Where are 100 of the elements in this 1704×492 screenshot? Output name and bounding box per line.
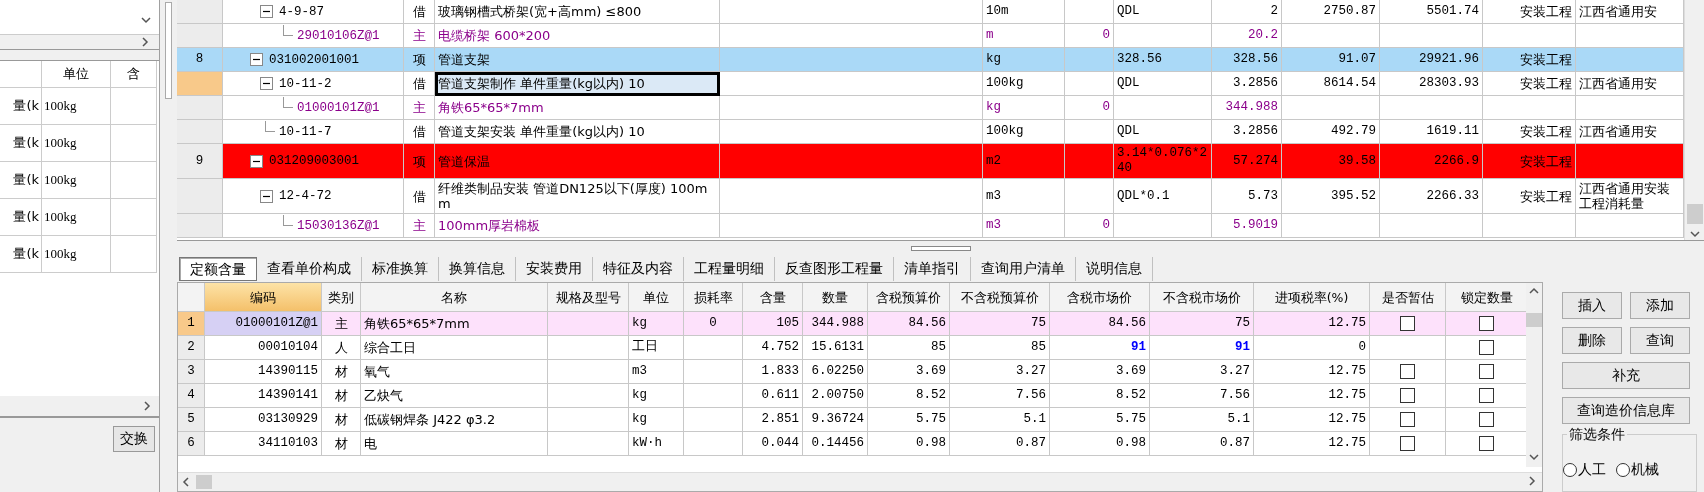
scroll-thumb[interactable]	[1686, 204, 1703, 225]
table-row[interactable]: 1 01000101Z@1 主 角铁65*65*7mm kg 0 105 344.988 84.56 75 84.56 75 12.75	[178, 312, 1526, 336]
row-header[interactable]: 3	[178, 360, 205, 384]
tab[interactable]: 换算信息	[439, 257, 516, 281]
scroll-right-icon[interactable]	[143, 401, 153, 411]
column-header[interactable]: 损耗率	[684, 283, 743, 312]
collapse-icon[interactable]	[259, 189, 273, 203]
scroll-right-icon[interactable]	[141, 37, 151, 47]
column-header[interactable]: 不含税市场价	[1150, 283, 1254, 312]
column-header[interactable]: 类别	[322, 283, 361, 312]
table-cell: 安装工程	[1483, 48, 1576, 72]
table-cell: 量(k	[0, 88, 42, 125]
scroll-down-icon[interactable]	[141, 16, 151, 26]
row-header[interactable]: 5	[178, 408, 205, 432]
tab[interactable]: 定额含量	[179, 257, 257, 281]
row-header[interactable]: 1	[178, 312, 205, 336]
table-cell: 91.07	[1282, 48, 1380, 72]
tab[interactable]: 工程量明细	[684, 257, 775, 281]
table-row[interactable]: 10-11-2 借 管道支架制作 单件重量(kg以内) 10 100kg QDL 3.2856 8614.54 28303.93 安装工程 江西省通用安	[177, 72, 1684, 96]
collapse-icon[interactable]	[249, 53, 263, 66]
splitter-handle[interactable]	[910, 245, 971, 251]
checkbox[interactable]	[1479, 436, 1494, 451]
column-header[interactable]: 含量	[743, 283, 803, 312]
scroll-down-icon[interactable]	[1529, 453, 1539, 463]
action-button[interactable]: 查询造价信息库	[1562, 397, 1690, 424]
column-header[interactable]: 编码	[205, 283, 322, 312]
table-cell: kg	[629, 312, 684, 336]
table-cell: 91	[1150, 336, 1254, 360]
tab[interactable]: 标准换算	[362, 257, 439, 281]
table-cell: 75	[950, 312, 1050, 336]
tab[interactable]: 清单指引	[894, 257, 971, 281]
collapse-icon[interactable]	[259, 5, 273, 18]
scrollbar[interactable]	[0, 35, 159, 50]
scroll-left-icon[interactable]	[182, 477, 192, 487]
row-header[interactable]: 4	[178, 384, 205, 408]
table-row[interactable]: 8 031002001001 项 管道支架 kg 328.56 328.56 91.07 29921.96 安装工程	[177, 48, 1684, 72]
column-header[interactable]: 含税市场价	[1050, 283, 1150, 312]
table-row[interactable]: 2 00010104 人 综合工日 工日 4.752 15.6131 85 85 91 91 0	[178, 336, 1526, 360]
row-header[interactable]: 6	[178, 432, 205, 456]
checkbox[interactable]	[1400, 388, 1415, 403]
table-row[interactable]: 9 031209003001 项 管道保温 m2 3.14*0.076*240 57.274 39.58 2266.9 安装工程	[177, 144, 1684, 179]
tab[interactable]: 查询用户清单	[971, 257, 1076, 281]
collapse-icon[interactable]	[249, 154, 263, 168]
column-header[interactable]: 进项税率(%)	[1254, 283, 1370, 312]
checkbox[interactable]	[1400, 436, 1415, 451]
table-cell: 量(k	[0, 125, 42, 162]
collapse-icon[interactable]	[259, 77, 273, 90]
action-button[interactable]: 补充	[1562, 362, 1690, 389]
radio-icon[interactable]	[1563, 463, 1577, 477]
column-header[interactable]: 含	[111, 61, 157, 88]
action-button[interactable]: 删除	[1562, 327, 1622, 354]
action-button[interactable]: 添加	[1630, 292, 1690, 319]
checkbox[interactable]	[1479, 364, 1494, 379]
radio-icon[interactable]	[1616, 463, 1630, 477]
table-row[interactable]: 5 03130929 材 低碳钢焊条 J422 φ3.2 kg 2.851 9.36724 5.75 5.1 5.75 5.1 12.75	[178, 408, 1526, 432]
table-row[interactable]: 3 14390115 材 氧气 m3 1.833 6.02250 3.69 3.27 3.69 3.27 12.75	[178, 360, 1526, 384]
scroll-thumb[interactable]	[1526, 313, 1542, 327]
column-header[interactable]: 规格及型号	[548, 283, 629, 312]
tab[interactable]: 反查图形工程量	[775, 257, 894, 281]
scrollbar[interactable]	[0, 396, 159, 417]
column-header[interactable]: 名称	[361, 283, 548, 312]
checkbox[interactable]	[1479, 316, 1494, 331]
column-header[interactable]: 含税预算价	[868, 283, 950, 312]
row-header[interactable]: 2	[178, 336, 205, 360]
row-header[interactable]: 8	[177, 48, 223, 72]
table-cell: 3.69	[1050, 360, 1150, 384]
tab[interactable]: 特征及内容	[593, 257, 684, 281]
table-row[interactable]: 01000101Z@1 主 角铁65*65*7mm kg 0 344.988	[177, 96, 1684, 120]
tab[interactable]: 查看单价构成	[257, 257, 362, 281]
column-header[interactable]: 数量	[803, 283, 868, 312]
swap-button[interactable]: 交换	[113, 426, 155, 452]
radio-option[interactable]: 人工	[1563, 461, 1606, 479]
tab[interactable]: 说明信息	[1076, 257, 1153, 281]
checkbox[interactable]	[1400, 412, 1415, 427]
table-row[interactable]: 15030136Z@1 主 100mm厚岩棉板 m3 0 5.9019	[177, 214, 1684, 238]
scroll-thumb[interactable]	[196, 475, 212, 489]
table-row[interactable]: 6 34110103 材 电 kW·h 0.044 0.14456 0.98 0.87 0.98 0.87 12.75	[178, 432, 1526, 456]
table-row[interactable]: 4-9-87 借 玻璃钢槽式桥架(宽+高mm) ≤800 10m QDL 2 2750.87 5501.74 安装工程 江西省通用安	[177, 0, 1684, 24]
checkbox[interactable]	[1479, 340, 1494, 355]
table-cell: 玻璃钢槽式桥架(宽+高mm) ≤800	[435, 0, 720, 24]
scrollbar[interactable]	[1526, 283, 1542, 467]
table-cell: 量(k	[0, 199, 42, 236]
action-button[interactable]: 插入	[1562, 292, 1622, 319]
checkbox[interactable]	[1400, 316, 1415, 331]
column-header[interactable]: 锁定数量	[1446, 283, 1526, 312]
column-header[interactable]: 单位	[42, 61, 111, 88]
tab[interactable]: 安装费用	[516, 257, 593, 281]
scrollbar[interactable]	[165, 2, 172, 99]
checkbox[interactable]	[1479, 412, 1494, 427]
radio-option[interactable]: 机械	[1616, 461, 1659, 479]
column-header[interactable]: 单位	[629, 283, 684, 312]
table-cell: 人	[322, 336, 361, 360]
table-row[interactable]: 4 14390141 材 乙炔气 kg 0.611 2.00750 8.52 7.56 8.52 7.56 12.75	[178, 384, 1526, 408]
column-header[interactable]: 不含税预算价	[950, 283, 1050, 312]
scroll-right-icon[interactable]	[1528, 476, 1538, 486]
checkbox[interactable]	[1479, 388, 1494, 403]
action-button[interactable]: 查询	[1630, 327, 1690, 354]
column-header[interactable]: 是否暂估	[1370, 283, 1446, 312]
row-header[interactable]: 9	[177, 144, 223, 179]
checkbox[interactable]	[1400, 364, 1415, 379]
